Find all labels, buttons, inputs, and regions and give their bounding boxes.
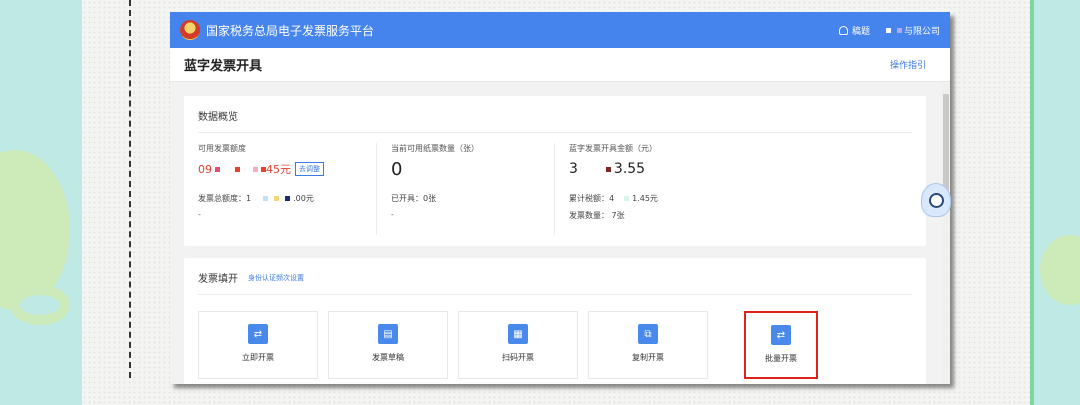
amount-suffix: 3.55: [613, 161, 646, 177]
adjust-button[interactable]: 去调整: [295, 162, 324, 176]
redacted-mark: [896, 27, 902, 33]
background-left: [0, 0, 82, 405]
invoice-actions: ⇄ 立即开票 ▤ 发票草稿 ▦ 扫码开票 ⧉ 复制开票 ⇄ 批量开票: [198, 311, 912, 379]
top-bar: 国家税务总局电子发票服务平台 稿题 与限公司: [170, 12, 950, 48]
tile-invoice-draft[interactable]: ▤ 发票草稿: [328, 311, 448, 379]
invoice-count-line: 发票数量： 7张: [569, 210, 794, 221]
decorative-ring: [10, 285, 70, 325]
issued-value: 0张: [423, 194, 437, 203]
redacted-mark: [885, 27, 891, 33]
tax-line: 累计税额： 4 1.45元: [569, 193, 794, 204]
company-name: 与限公司: [903, 26, 940, 37]
amount-value: 3: [569, 161, 578, 177]
tile-label: 立即开票: [242, 353, 274, 362]
page-header: 蓝字发票开具 操作指引: [170, 48, 950, 82]
invoice-count-label: 发票数量：: [569, 211, 609, 220]
redacted-mark: [235, 166, 240, 172]
assistant-avatar-icon[interactable]: [921, 183, 951, 217]
redacted-mark: [624, 196, 630, 201]
stat-value: 0: [391, 158, 403, 180]
placeholder-dash: -: [391, 210, 394, 219]
quota-value: 09: [198, 162, 212, 176]
page-title: 蓝字发票开具: [184, 59, 263, 74]
redacted-mark: [605, 166, 611, 172]
main-content: 数据概览 可用发票额度 09 45元 去调整 发票总额度： 1 .00元 - 当…: [184, 96, 926, 384]
quota-suffix: 45元: [266, 163, 291, 176]
stat-label: 可用发票额度: [198, 144, 246, 153]
invoice-count-value: 7张: [611, 211, 625, 220]
total-quota-suffix: .00元: [293, 194, 314, 203]
user-name: 稿题: [851, 26, 870, 37]
copy-icon: ⧉: [638, 324, 658, 344]
tax-label: 累计税额：: [569, 194, 609, 203]
scrollbar-thumb[interactable]: [943, 94, 949, 194]
overview-stats: 可用发票额度 09 45元 去调整 发票总额度： 1 .00元 - 当前可用纸票…: [198, 143, 912, 235]
dashed-guide-line: [129, 0, 131, 378]
invoice-fill-title: 发票填开: [198, 274, 238, 285]
app-window: 国家税务总局电子发票服务平台 稿题 与限公司 蓝字发票开具 操作指引 数据概览 …: [170, 12, 950, 384]
invoice-fill-card: 发票填开 身份认证频次设置 ⇄ 立即开票 ▤ 发票草稿 ▦ 扫码开票 ⧉ 复制开…: [184, 258, 926, 384]
stat-label: 蓝字发票开具金额（元）: [569, 144, 657, 153]
redacted-mark: [215, 166, 220, 172]
issued-label: 已开具：: [391, 194, 423, 203]
tile-batch-issue[interactable]: ⇄ 批量开票: [744, 311, 818, 379]
tile-label: 扫码开票: [502, 353, 534, 362]
stat-value: 09 45元 去调整: [198, 157, 366, 181]
draft-icon: ▤: [378, 324, 398, 344]
redacted-mark: [263, 196, 269, 201]
tile-label: 发票草稿: [372, 353, 404, 362]
tax-suffix: 1.45元: [632, 194, 658, 203]
tile-copy-issue[interactable]: ⧉ 复制开票: [588, 311, 708, 379]
total-quota-label: 发票总额度：: [198, 194, 246, 203]
decorative-blob: [1040, 235, 1080, 305]
stat-value: 3 3.55: [569, 157, 794, 181]
tile-scan-issue[interactable]: ▦ 扫码开票: [458, 311, 578, 379]
tile-label: 批量开票: [765, 354, 797, 363]
overview-title: 数据概览: [198, 108, 912, 133]
guide-link[interactable]: 操作指引: [890, 58, 926, 71]
tile-label: 复制开票: [632, 353, 664, 362]
background-right: [1030, 0, 1080, 405]
total-quota-line: 发票总额度： 1 .00元: [198, 193, 366, 204]
user-icon: [838, 25, 848, 35]
invoice-icon: ⇄: [248, 324, 268, 344]
redacted-mark: [253, 166, 258, 172]
platform-title: 国家税务总局电子发票服务平台: [206, 23, 375, 38]
qrcode-icon: ▦: [508, 324, 528, 344]
tax-emblem-icon: [180, 20, 200, 40]
stat-label: 当前可用纸票数量（张）: [391, 144, 479, 153]
vertical-scrollbar[interactable]: [942, 84, 950, 384]
stat-blue-invoice-amount: 蓝字发票开具金额（元） 3 3.55 累计税额： 4 1.45元 发票数量： 7…: [554, 143, 794, 235]
stat-available-quota: 可用发票额度 09 45元 去调整 发票总额度： 1 .00元 -: [198, 143, 376, 235]
auth-frequency-link[interactable]: 身份认证频次设置: [248, 273, 304, 283]
user-menu[interactable]: 稿题: [838, 24, 870, 37]
batch-icon: ⇄: [771, 325, 791, 345]
issued-line: 已开具： 0张: [391, 193, 554, 204]
redacted-mark: [274, 196, 280, 201]
placeholder-dash: -: [198, 210, 201, 219]
total-quota-value: 1: [246, 194, 252, 203]
assistant-face: [929, 193, 944, 208]
invoice-fill-header: 发票填开 身份认证频次设置: [198, 270, 912, 295]
decorative-line: [1030, 0, 1034, 405]
company-selector[interactable]: 与限公司: [885, 24, 940, 37]
redacted-mark: [285, 196, 291, 201]
tile-issue-now[interactable]: ⇄ 立即开票: [198, 311, 318, 379]
overview-card: 数据概览 可用发票额度 09 45元 去调整 发票总额度： 1 .00元 - 当…: [184, 96, 926, 246]
tax-value: 4: [609, 194, 615, 203]
stat-paper-invoices: 当前可用纸票数量（张） 0 已开具： 0张 -: [376, 143, 554, 235]
